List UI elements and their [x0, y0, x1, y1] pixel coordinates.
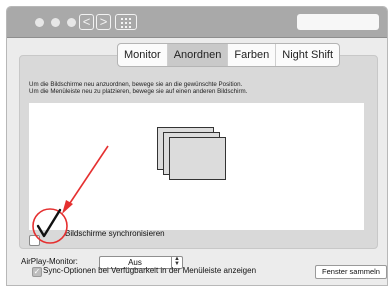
mirror-displays-label: Bildschirme synchronisieren: [65, 229, 165, 238]
zoom-window-button[interactable]: [67, 18, 76, 27]
search-field[interactable]: [297, 14, 379, 30]
sync-options-label: Sync-Optionen bei Verfügbarkeit in der M…: [43, 266, 257, 275]
minimize-window-button[interactable]: [51, 18, 60, 27]
back-button[interactable]: <: [79, 14, 94, 30]
tab-monitor[interactable]: Monitor: [118, 44, 168, 66]
title-bar: < >: [7, 7, 387, 38]
mirrored-display-front[interactable]: [169, 137, 226, 180]
instruction-text-menubar: Um die Menüleiste neu zu platzieren, bew…: [29, 88, 248, 95]
display-arrangement-area[interactable]: [29, 103, 364, 230]
instruction-text-arrange: Um die Bildschirme neu anzuordnen, beweg…: [29, 81, 243, 88]
gather-windows-button[interactable]: Fenster sammeln: [315, 265, 387, 279]
tab-bar: Monitor Anordnen Farben Night Shift: [117, 43, 341, 67]
tab-colors[interactable]: Farben: [228, 44, 277, 66]
tab-night-shift[interactable]: Night Shift: [276, 44, 339, 66]
close-window-button[interactable]: [35, 18, 44, 27]
tab-arrangement[interactable]: Anordnen: [167, 44, 229, 66]
display-preferences-window: < > Monitor Anordnen Farben Night Shift …: [6, 6, 388, 286]
sync-options-checkbox[interactable]: ✓: [32, 267, 42, 277]
mirror-displays-checkbox[interactable]: [29, 235, 40, 246]
forward-button[interactable]: >: [96, 14, 111, 30]
show-all-grid-icon[interactable]: [115, 14, 137, 30]
